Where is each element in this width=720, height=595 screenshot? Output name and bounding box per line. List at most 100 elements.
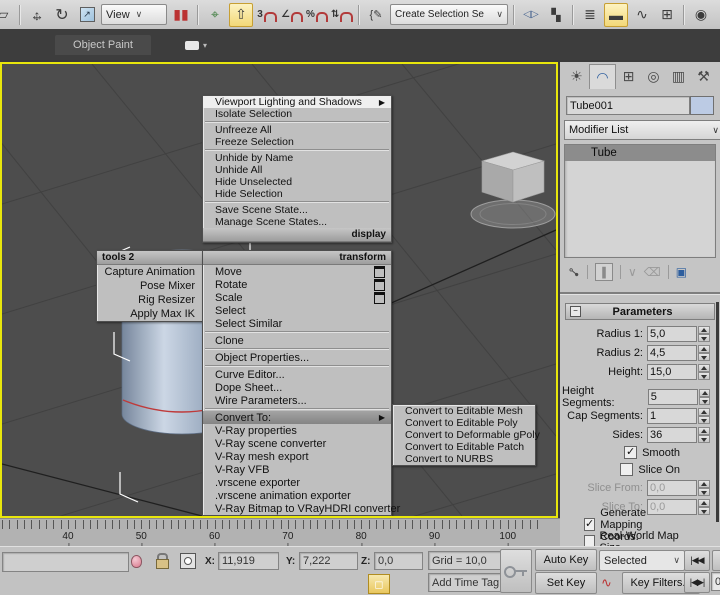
mirror-icon[interactable]: ◁▷ [520, 4, 542, 26]
parameter-value-field[interactable] [647, 499, 697, 515]
remove-modifier-icon[interactable]: ⌫ [644, 265, 661, 279]
spinner-arrows[interactable] [698, 364, 710, 380]
object-color-swatch[interactable] [690, 96, 714, 115]
tab-hierarchy-icon[interactable]: ⊞ [616, 64, 641, 88]
menu-item[interactable]: Isolate Selection [203, 108, 391, 120]
configure-modifier-sets-icon[interactable]: ▣ [676, 265, 687, 279]
menu-item[interactable]: V-Ray Bitmap to VRayHDRI converter [203, 502, 391, 515]
tab-utilities-icon[interactable]: ⚒ [691, 64, 716, 88]
menu-item[interactable]: Object Properties... [203, 351, 391, 364]
menu-item[interactable]: Capture Animation [97, 265, 203, 279]
menu-item[interactable]: V-Ray mesh export [203, 450, 391, 463]
menu-item[interactable]: Convert to Editable Mesh [393, 405, 535, 417]
spinner-arrows[interactable] [698, 480, 710, 496]
menu-item[interactable]: Scale [203, 291, 391, 304]
auto-key-button[interactable]: Auto Key [535, 549, 597, 571]
menu-item[interactable]: Pose Mixer [97, 279, 203, 293]
modifier-stack-item[interactable]: Tube [565, 145, 715, 161]
select-and-manipulate-icon[interactable]: ⌖ [204, 4, 226, 26]
reference-coordinate-dropdown[interactable]: View ∨ [101, 4, 167, 25]
key-mode-toggle-button[interactable]: |◀▶| [684, 572, 710, 593]
default-in-out-tangent-icon[interactable]: ∿ [601, 575, 612, 591]
spinner-arrows[interactable] [698, 345, 710, 361]
menu-item[interactable]: Viewport Lighting and Shadows▶ [203, 96, 391, 108]
spinner-snap-icon[interactable]: ⇅ [331, 4, 353, 26]
isolate-selection-toggle-icon[interactable] [131, 555, 142, 568]
parameter-value-field[interactable] [647, 427, 697, 443]
spinner-arrows[interactable] [698, 408, 710, 424]
modifier-stack[interactable]: Tube [564, 144, 716, 258]
current-frame-field[interactable]: 0 [711, 572, 720, 591]
perspective-viewport[interactable]: Viewport Lighting and Shadows▶Isolate Se… [0, 62, 558, 518]
checkbox[interactable]: ✓ [624, 446, 637, 459]
menu-item[interactable]: V-Ray VFB [203, 463, 391, 476]
menu-item[interactable]: Select [203, 304, 391, 317]
absolute-offset-mode-toggle-icon[interactable] [180, 553, 196, 569]
menu-item[interactable]: Select Similar [203, 317, 391, 330]
menu-item[interactable]: Dope Sheet... [203, 381, 391, 394]
select-and-move-icon[interactable]: ↔↕ [26, 4, 48, 26]
menu-item[interactable]: Hide Unselected [203, 176, 391, 188]
percent-snap-icon[interactable]: % [306, 4, 328, 26]
named-selection-sets-dropdown[interactable]: Create Selection Se ∨ [390, 4, 508, 25]
tab-modify-icon[interactable]: ◠ [589, 64, 616, 89]
menu-item[interactable]: Curve Editor... [203, 368, 391, 381]
checkbox[interactable] [620, 463, 633, 476]
selection-lock-toggle-icon[interactable] [155, 553, 169, 569]
tab-motion-icon[interactable]: ◎ [641, 64, 666, 88]
spinner-arrows[interactable] [698, 427, 710, 443]
use-pivot-point-center-icon[interactable]: ▮▮ [170, 4, 192, 26]
checkbox[interactable] [584, 535, 595, 546]
menu-item[interactable]: V-Ray properties [203, 424, 391, 437]
parameter-value-field[interactable] [648, 389, 698, 405]
menu-item[interactable]: V-Ray scene converter [203, 437, 391, 450]
set-key-button[interactable]: Set Key [535, 572, 597, 594]
menu-item[interactable]: Manage Scene States... [203, 216, 391, 228]
ribbon-options-dropdown[interactable]: ▾ [185, 37, 219, 53]
align-icon[interactable]: ▚ [545, 4, 567, 26]
pin-stack-icon[interactable]: ⊶ [565, 263, 583, 281]
x-coordinate-field[interactable]: 11,919 [218, 552, 279, 570]
z-coordinate-field[interactable]: 0,0 [374, 552, 423, 570]
checkbox[interactable]: ✓ [584, 518, 595, 531]
modifier-list-dropdown[interactable]: Modifier List ∨ [564, 120, 720, 140]
make-unique-icon[interactable]: ∨ [628, 265, 637, 279]
menu-item[interactable]: Unfreeze All [203, 124, 391, 136]
settings-box-icon[interactable] [374, 292, 385, 304]
tab-display-icon[interactable]: ▥ [666, 64, 691, 88]
tab-object-paint[interactable]: Object Paint [55, 35, 151, 55]
menu-item[interactable]: Convert to Editable Patch [393, 441, 535, 453]
tab-create-icon[interactable]: ☀ [564, 64, 589, 88]
menu-item[interactable]: Move [203, 265, 391, 278]
select-and-scale-icon[interactable]: ↗ [76, 4, 98, 26]
go-to-start-button[interactable]: |◀◀ [684, 550, 710, 571]
menu-item[interactable]: .vrscene animation exporter [203, 489, 391, 502]
spinner-arrows[interactable] [698, 326, 710, 342]
menu-item[interactable]: Hide Selection [203, 188, 391, 200]
parameter-value-field[interactable] [647, 480, 697, 496]
menu-item[interactable]: Unhide by Name [203, 152, 391, 164]
menu-item[interactable]: Rotate [203, 278, 391, 291]
object-name-field[interactable]: Tube001 [566, 96, 690, 115]
viewcube[interactable] [471, 152, 555, 228]
snaps-toggle-icon[interactable]: 3 [256, 4, 278, 26]
adaptive-degradation-toggle-icon[interactable]: ◻ [368, 574, 390, 594]
spinner-arrows[interactable] [698, 499, 710, 515]
settings-box-icon[interactable] [374, 279, 385, 291]
menu-item[interactable]: .vrscene exporter [203, 476, 391, 489]
menu-item[interactable]: Rig Resizer [97, 293, 203, 307]
window-crossing-icon[interactable]: ▱ [0, 4, 14, 26]
maxscript-mini-listener[interactable] [2, 552, 129, 572]
menu-item[interactable]: Save Scene State... [203, 204, 391, 216]
menu-item[interactable]: Apply Max IK [97, 307, 203, 321]
show-end-result-icon[interactable]: ∥ [595, 263, 613, 281]
ribbon-toggle-icon[interactable]: ▬ [604, 3, 628, 27]
menu-item[interactable]: Convert to Deformable gPoly [393, 429, 535, 441]
track-bar[interactable]: 405060708090100 [0, 518, 560, 547]
keyboard-shortcut-override-icon[interactable]: ⇧ [229, 3, 253, 27]
parameter-value-field[interactable] [647, 364, 697, 380]
menu-item[interactable]: Clone [203, 334, 391, 347]
angle-snap-icon[interactable]: ∠ [281, 4, 303, 26]
parameters-rollout-header[interactable]: − Parameters [565, 303, 715, 320]
menu-item[interactable]: Unhide All [203, 164, 391, 176]
